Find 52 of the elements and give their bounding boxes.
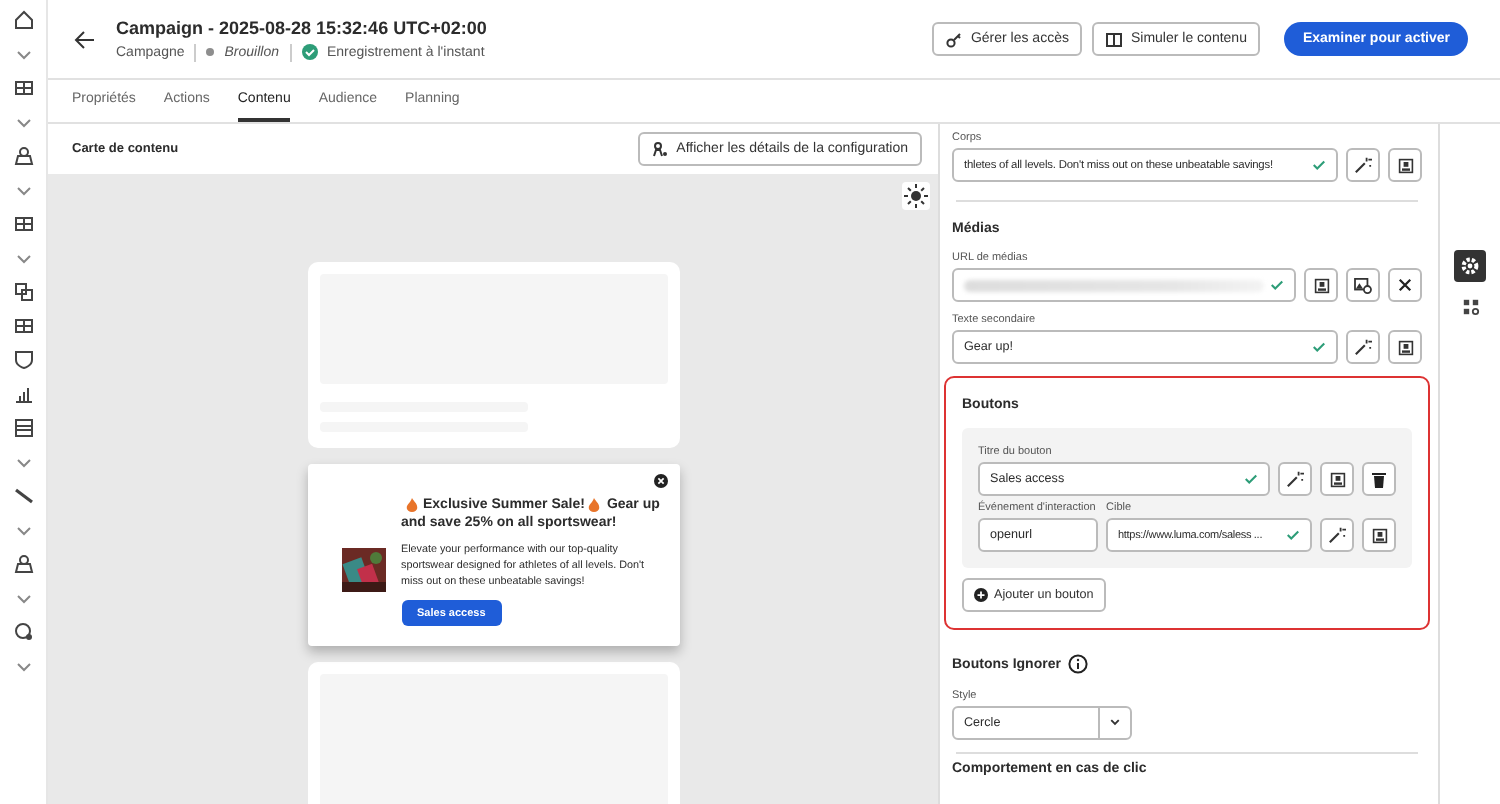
person-icon[interactable] <box>11 144 35 168</box>
magic-wand-icon <box>1328 526 1346 544</box>
theme-toggle-icon[interactable] <box>902 182 930 210</box>
fire-icon <box>405 498 417 513</box>
campaign-title: Campaign - 2025-08-28 15:32:46 UTC+02:00 <box>116 17 487 37</box>
person-card-icon <box>1329 471 1345 487</box>
plus-circle-icon <box>974 588 988 602</box>
grid-icon[interactable] <box>11 212 35 236</box>
close-button[interactable] <box>1388 268 1422 302</box>
trash-icon <box>1372 471 1386 487</box>
image-settings-button[interactable] <box>1346 268 1380 302</box>
personalize-button[interactable] <box>1304 268 1338 302</box>
key-icon <box>946 31 963 47</box>
image-icon <box>1354 277 1372 293</box>
search-icon[interactable] <box>11 620 35 644</box>
magic-wand-icon <box>1354 156 1372 174</box>
back-arrow-icon[interactable] <box>72 27 96 51</box>
person-card-icon <box>1371 527 1387 543</box>
grid-icon[interactable] <box>11 314 35 338</box>
settings-tab[interactable] <box>1454 250 1486 282</box>
gear-icon <box>1460 256 1480 276</box>
split-view-icon <box>1106 31 1123 47</box>
person-card-icon <box>1397 157 1413 173</box>
magic-wand-button[interactable] <box>1346 148 1380 182</box>
person-icon[interactable] <box>11 552 35 576</box>
person-card-icon <box>1313 277 1329 293</box>
magic-wand-icon <box>1354 338 1372 356</box>
close-icon[interactable] <box>653 474 667 488</box>
shield-icon[interactable] <box>11 348 35 372</box>
personalize-button[interactable] <box>1388 330 1422 364</box>
bar-chart-icon[interactable] <box>11 382 35 406</box>
magic-wand-button[interactable] <box>1346 330 1380 364</box>
line-icon[interactable] <box>11 484 35 508</box>
grid-icon <box>1461 297 1479 315</box>
person-card-icon <box>1397 339 1413 355</box>
fire-icon <box>588 498 601 513</box>
delete-button[interactable] <box>1362 462 1396 496</box>
info-icon[interactable] <box>1068 654 1089 674</box>
user-settings-icon <box>652 141 669 157</box>
personalize-button[interactable] <box>1388 148 1422 182</box>
media-url-field[interactable] <box>952 268 1296 302</box>
personalize-button[interactable] <box>1320 462 1354 496</box>
close-icon <box>1398 278 1412 292</box>
magic-wand-icon <box>1286 470 1304 488</box>
grid-icon[interactable] <box>11 76 35 100</box>
copy-icon[interactable] <box>11 280 35 304</box>
personalize-button[interactable] <box>1362 518 1396 552</box>
magic-wand-button[interactable] <box>1320 518 1354 552</box>
list-icon[interactable] <box>11 416 35 440</box>
status-dot <box>206 48 215 56</box>
magic-wand-button[interactable] <box>1278 462 1312 496</box>
home-icon[interactable] <box>11 8 35 32</box>
